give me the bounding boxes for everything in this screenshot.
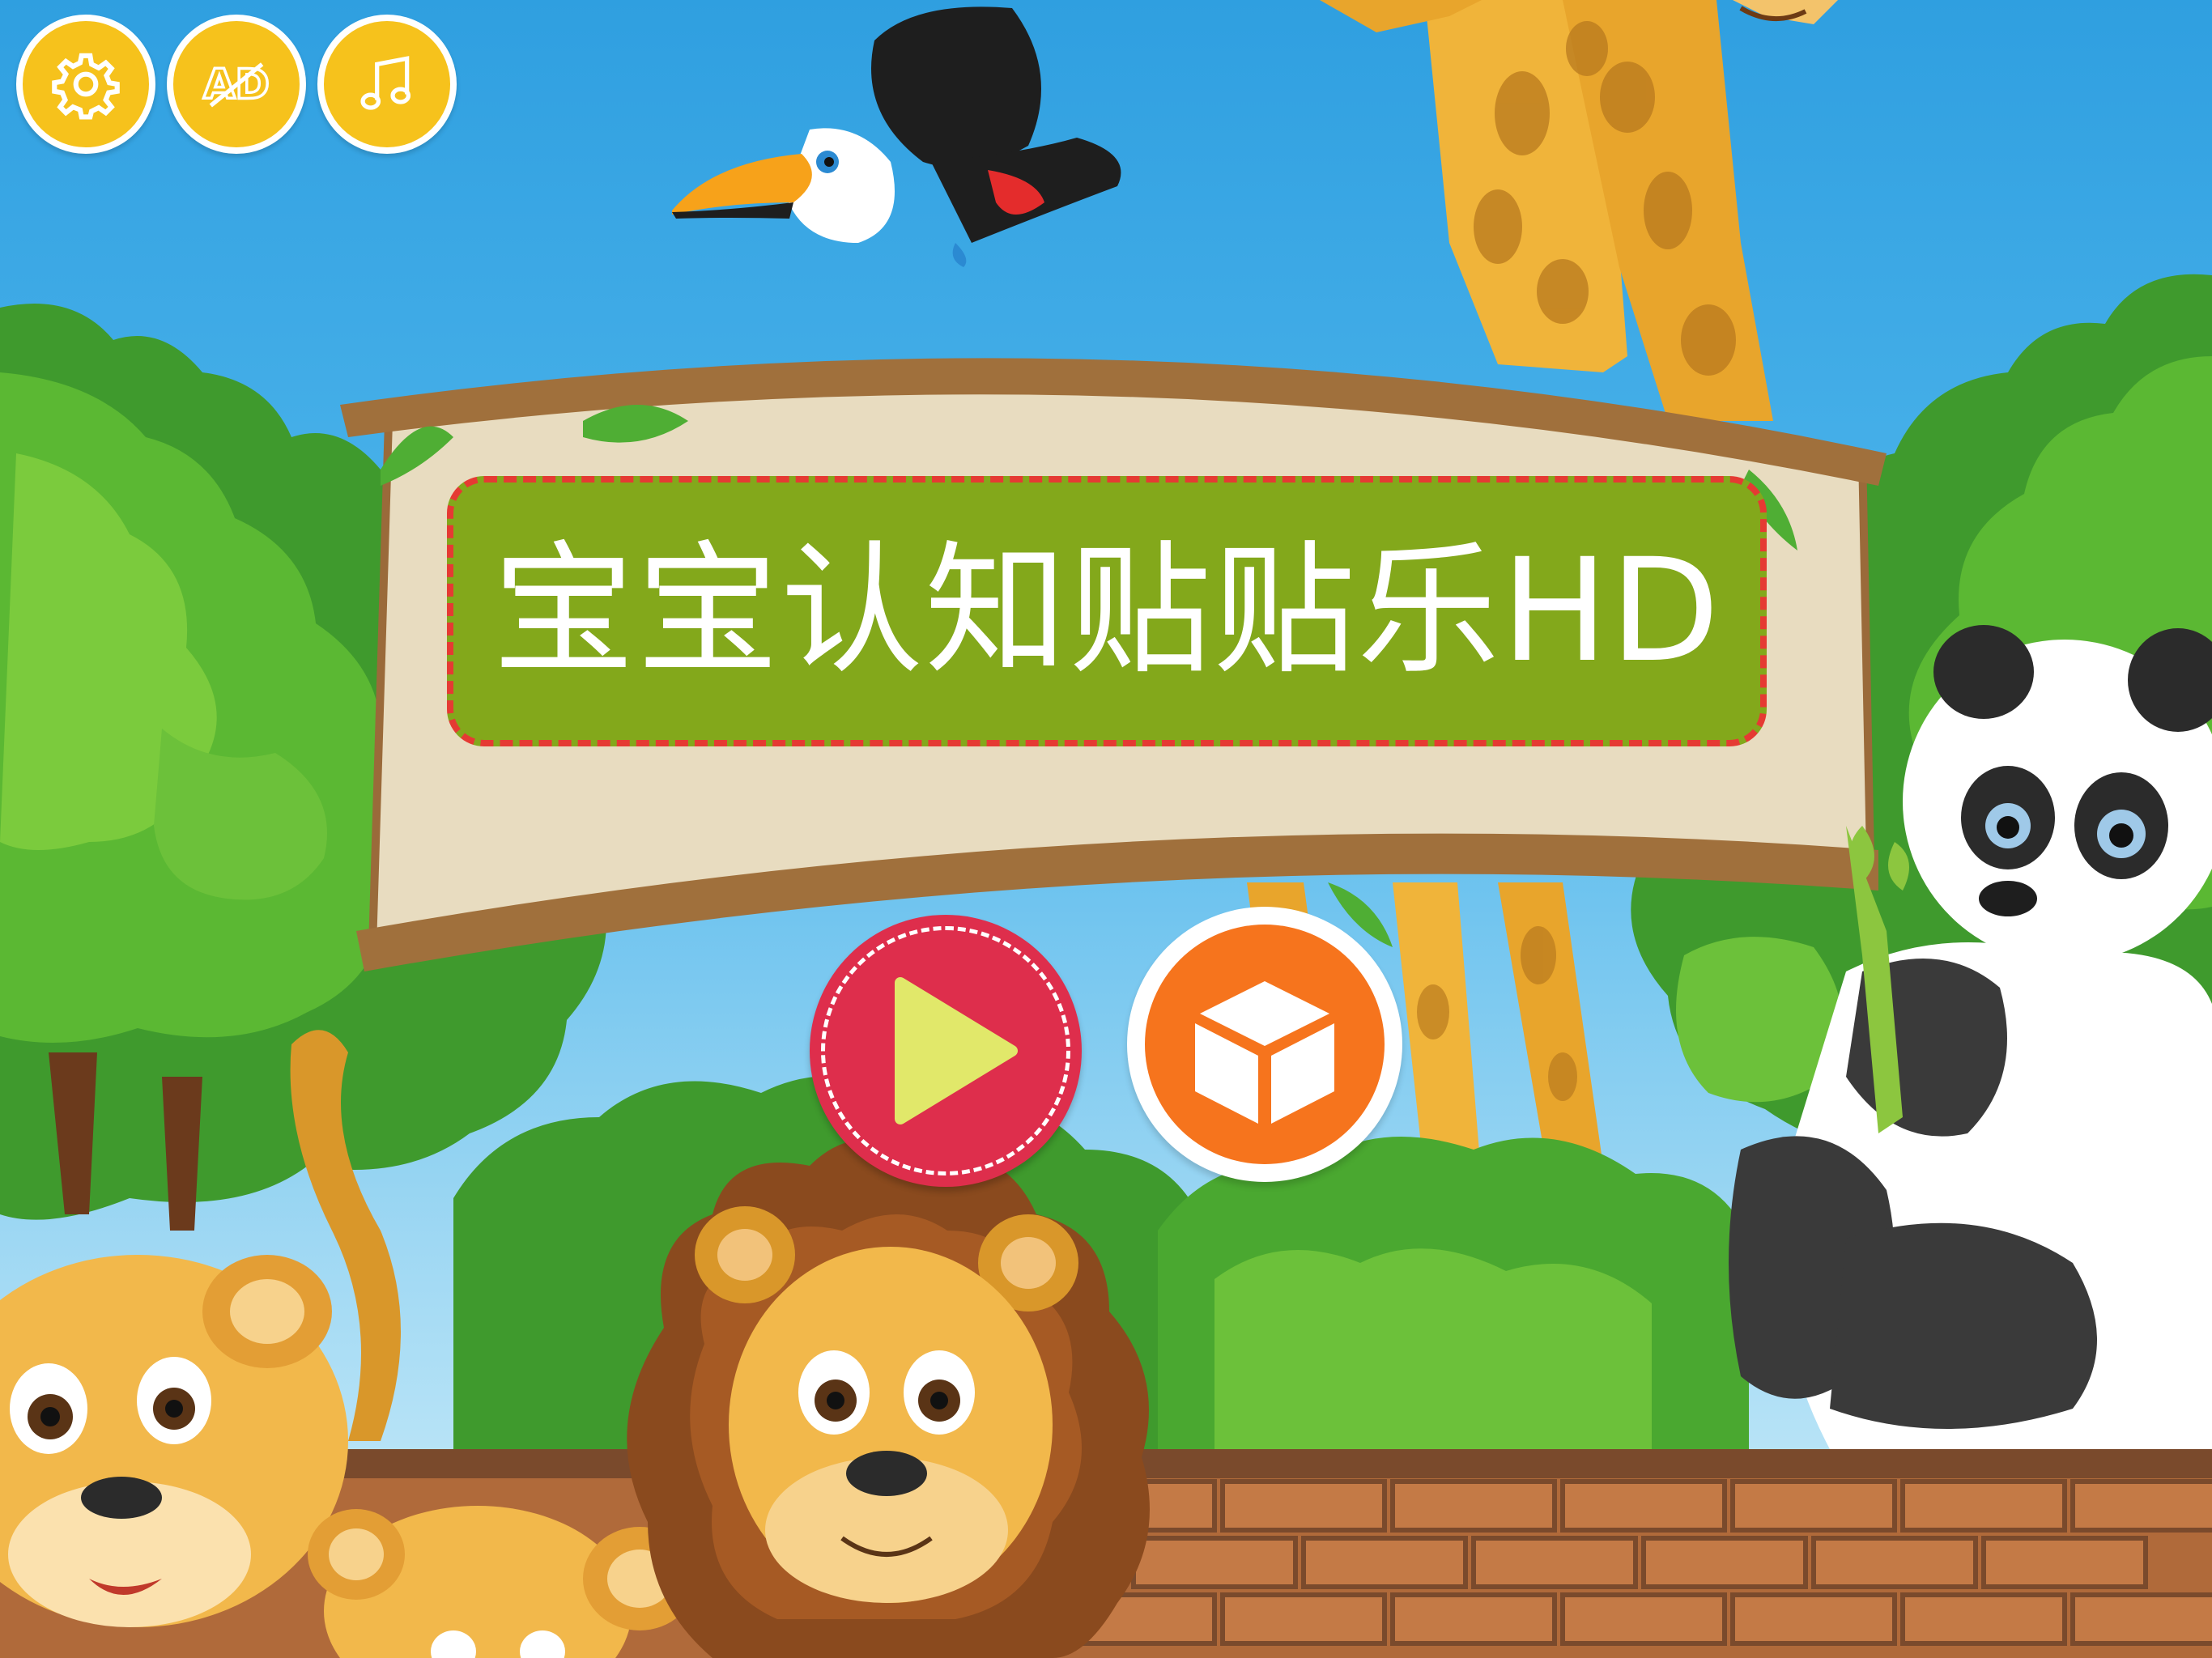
no-ads-icon: AD [202,60,270,111]
title-banner: 宝宝认知贴贴乐HD [447,476,1767,746]
game-title: 宝宝认知贴贴乐HD [492,528,1721,694]
gear-icon [52,53,120,120]
cube-button[interactable] [1127,907,1402,1182]
music-toggle-button[interactable] [317,15,457,154]
toucan-illustration [672,6,1121,267]
play-icon [895,977,1018,1124]
cube-icon [1195,981,1334,1124]
zoo-background-art [0,0,2212,1658]
music-note-icon [360,56,411,110]
game-scene: AD 宝宝认知贴贴乐HD [0,0,2212,1658]
settings-button[interactable] [16,15,155,154]
remove-ads-button[interactable]: AD [167,15,306,154]
play-button[interactable] [810,915,1082,1187]
